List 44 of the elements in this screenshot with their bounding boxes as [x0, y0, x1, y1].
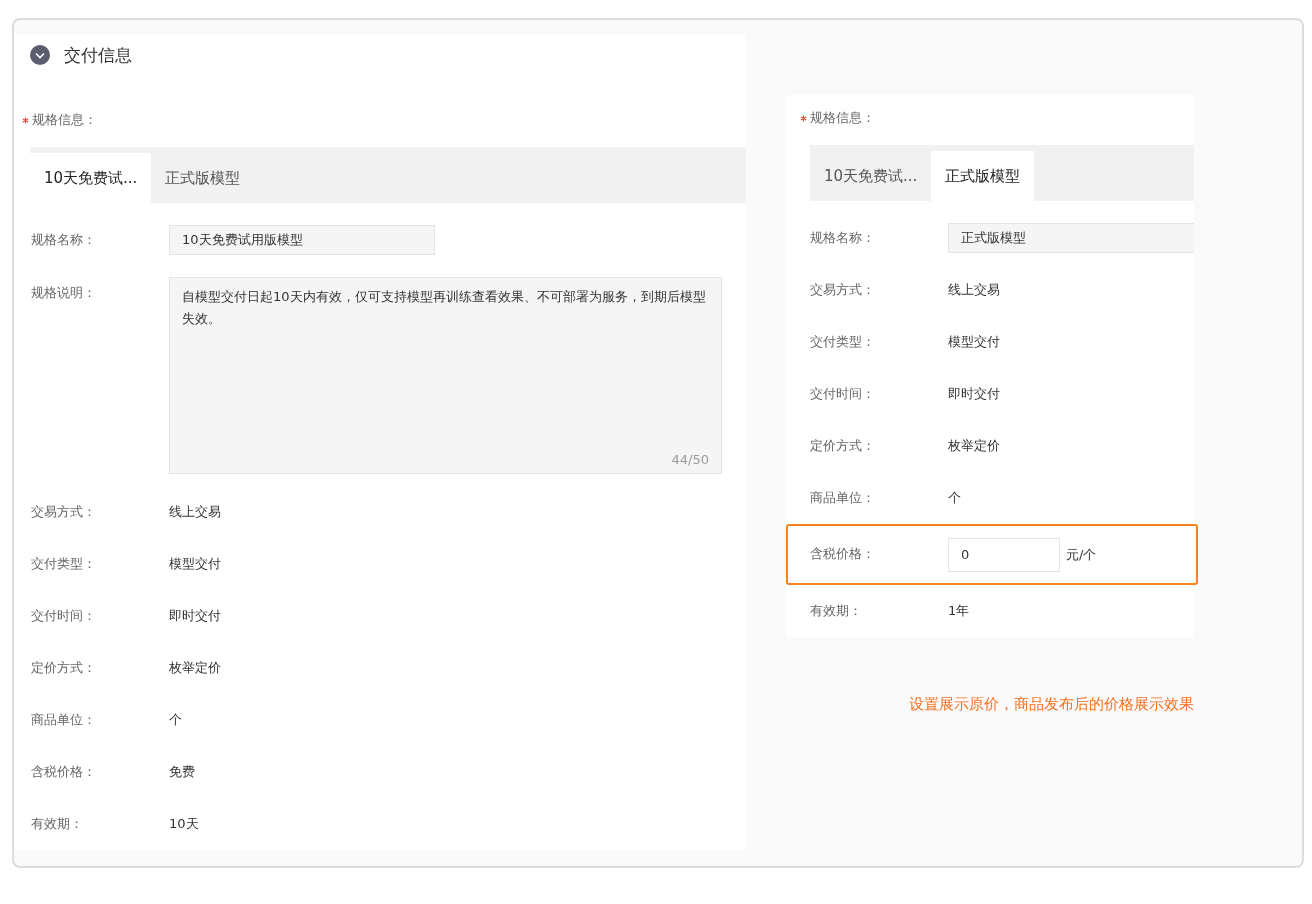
field-label: 交付类型：: [810, 333, 876, 351]
description-textarea[interactable]: 自模型交付日起10天内有效，仅可支持模型再训练查看效果、不可部署为服务，到期后模型失效。 44/50: [169, 277, 722, 474]
description-text: 自模型交付日起10天内有效，仅可支持模型再训练查看效果、不可部署为服务，到期后模型失效。: [182, 288, 707, 328]
spec-tab[interactable]: 正式版模型: [931, 151, 1035, 201]
field-value: 个: [948, 489, 961, 507]
field-label: 交付时间：: [31, 607, 97, 625]
field-value: 枚举定价: [169, 659, 221, 677]
field-label: 交易方式：: [31, 503, 97, 521]
field-label: 定价方式：: [810, 437, 876, 455]
spec-tab[interactable]: 10天免费试...: [30, 153, 152, 203]
field-label: 规格说明：: [31, 284, 97, 302]
spec-label: 规格信息：: [810, 109, 875, 127]
price-input[interactable]: 0: [948, 537, 1060, 572]
field-value: 线上交易: [169, 503, 221, 521]
field-value: 模型交付: [948, 333, 1000, 351]
caption-text: 设置展示原价，商品发布后的价格展示效果: [909, 695, 1195, 714]
field-value: 枚举定价: [948, 437, 1000, 455]
field-label: 含税价格：: [810, 546, 876, 563]
field-value: 免费: [169, 763, 195, 781]
field-value: 10天: [169, 815, 199, 833]
field-label: 定价方式：: [31, 659, 97, 677]
field-value: 模型交付: [169, 555, 221, 573]
field-label: 商品单位：: [810, 489, 876, 507]
field-label: 交付类型：: [31, 555, 97, 573]
char-counter: 44/50: [671, 452, 709, 467]
field-label: 交易方式：: [810, 281, 876, 299]
field-label: 商品单位：: [31, 711, 97, 729]
name-input[interactable]: 10天免费试用版模型: [169, 225, 435, 255]
field-label: 有效期：: [810, 602, 863, 620]
field-label: 有效期：: [31, 815, 84, 833]
field-value: 个: [169, 711, 182, 729]
unit-text: 元/个: [1066, 545, 1097, 564]
name-input[interactable]: 正式版模型: [948, 223, 1194, 253]
field-label: 规格名称：: [810, 229, 876, 247]
spec-label: 规格信息：: [32, 111, 97, 129]
field-value: 1年: [948, 602, 970, 620]
field-label: 含税价格：: [31, 763, 97, 781]
field-value: 即时交付: [169, 607, 221, 625]
field-label: 规格名称：: [31, 231, 97, 249]
section-title: 交付信息: [64, 43, 132, 67]
field-value: 即时交付: [948, 385, 1000, 403]
field-label: 交付时间：: [810, 385, 876, 403]
field-value: 线上交易: [948, 281, 1000, 299]
chevron-circle-icon[interactable]: [30, 45, 50, 65]
